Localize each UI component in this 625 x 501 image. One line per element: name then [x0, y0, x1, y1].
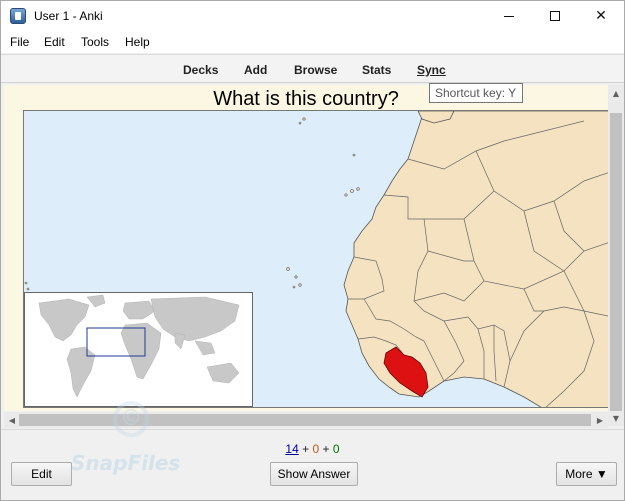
toolbar-browse-link[interactable]: Browse [294, 63, 337, 77]
anki-app-icon [10, 8, 26, 24]
close-button[interactable]: ✕ [578, 1, 624, 31]
world-inset-svg [25, 293, 252, 406]
count-separator-1: + [302, 442, 310, 456]
scroll-left-arrow-icon[interactable]: ◀ [4, 412, 20, 428]
toolbar-stats-link[interactable]: Stats [362, 63, 391, 77]
main-toolbar: Decks Add Browse Stats Sync [1, 54, 624, 83]
count-separator-2: + [322, 442, 330, 456]
world-locator-inset [24, 292, 253, 407]
more-button[interactable]: More ▼ [556, 462, 617, 486]
review-count: 0 [332, 442, 340, 456]
toolbar-add-link[interactable]: Add [244, 63, 267, 77]
horizontal-scrollbar[interactable]: ◀ ▶ [4, 412, 608, 428]
minimize-icon [504, 15, 514, 17]
scroll-down-arrow-icon[interactable]: ▼ [608, 410, 624, 426]
maximize-button[interactable] [532, 1, 578, 31]
learning-count: 0 [312, 442, 320, 456]
title-bar: User 1 - Anki ✕ [1, 1, 624, 31]
menu-help[interactable]: Help [125, 35, 150, 49]
maximize-icon [550, 11, 560, 21]
vertical-scroll-thumb[interactable] [610, 113, 622, 411]
review-bottom-bar: 14 + 0 + 0 Edit Show Answer More ▼ [1, 429, 624, 500]
new-count: 14 [285, 442, 299, 456]
vertical-scrollbar[interactable]: ▲ ▼ [608, 85, 624, 426]
menu-tools[interactable]: Tools [81, 35, 109, 49]
show-answer-button[interactable]: Show Answer [270, 462, 358, 486]
menu-edit[interactable]: Edit [44, 35, 65, 49]
anki-main-window: User 1 - Anki ✕ File Edit Tools Help Dec… [0, 0, 625, 501]
scroll-up-arrow-icon[interactable]: ▲ [608, 85, 624, 101]
west-africa-map [23, 110, 608, 408]
scroll-right-arrow-icon[interactable]: ▶ [592, 412, 608, 428]
edit-button[interactable]: Edit [11, 462, 72, 486]
due-counts: 14 + 0 + 0 [1, 442, 624, 456]
horizontal-scroll-thumb[interactable] [19, 414, 591, 426]
sync-shortcut-tooltip: Shortcut key: Y [429, 83, 523, 103]
menu-file[interactable]: File [10, 35, 29, 49]
card-review-area: What is this country? [4, 85, 608, 411]
toolbar-sync-link[interactable]: Sync [417, 63, 446, 77]
close-icon: ✕ [595, 8, 607, 24]
toolbar-decks-link[interactable]: Decks [183, 63, 218, 77]
minimize-button[interactable] [486, 1, 532, 31]
menu-bar: File Edit Tools Help [1, 31, 624, 53]
window-title: User 1 - Anki [34, 9, 103, 23]
